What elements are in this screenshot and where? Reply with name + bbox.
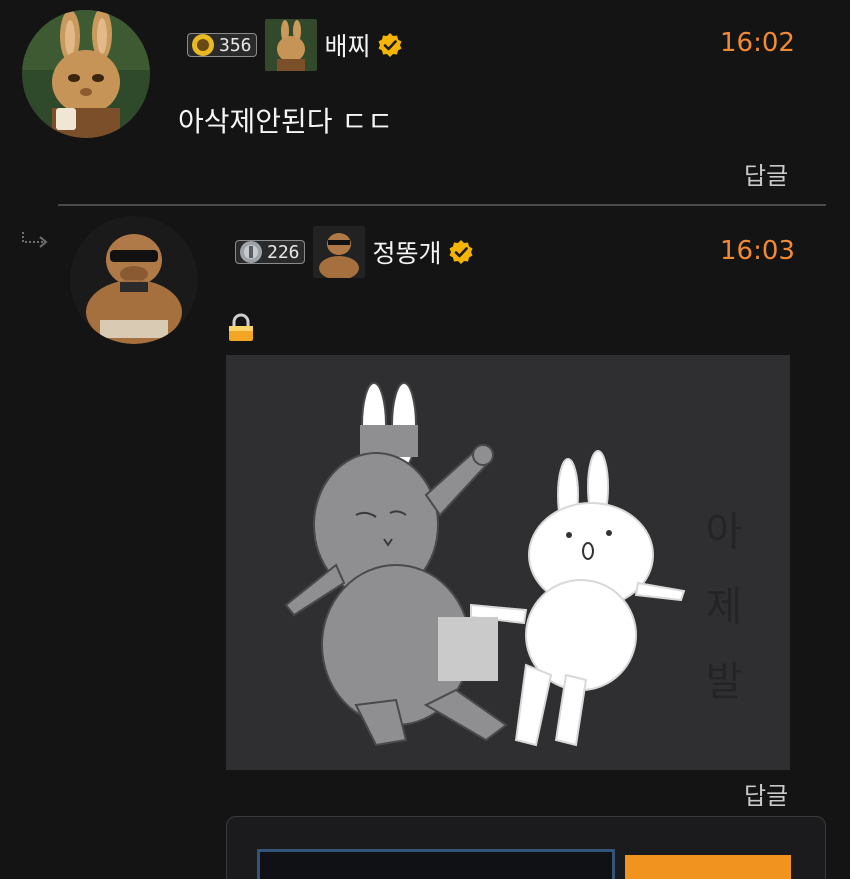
sticker-text-3: 발 <box>706 659 743 705</box>
user-icon-image <box>264 19 317 71</box>
reply-arrow-icon <box>22 232 48 248</box>
avatar[interactable] <box>70 216 198 344</box>
lock-icon <box>229 313 253 341</box>
rabbit-sticker-image: 아 제 발 <box>226 355 790 770</box>
silver-coin-icon <box>240 241 262 263</box>
comment-time: 16:03 <box>720 236 795 266</box>
comment-meta: 356 배찌 <box>187 19 403 71</box>
sunflower-icon <box>192 34 214 56</box>
embed-thumbnail <box>257 849 615 879</box>
level-number: 226 <box>267 241 300 263</box>
sticker-image[interactable]: 아 제 발 <box>226 355 790 770</box>
rabbit-avatar-icon <box>22 10 150 138</box>
nickname[interactable]: 정똥개 <box>373 234 442 270</box>
verified-badge-icon <box>449 240 473 264</box>
level-badge: 226 <box>235 240 305 264</box>
level-number: 356 <box>219 34 252 56</box>
user-icon-image <box>312 226 365 278</box>
comment-thread: 356 배찌 16:02 아삭제안된다 ㄷㄷ 답글 226 정똥개 16:03 … <box>0 0 850 879</box>
reply-button[interactable]: 답글 <box>744 776 788 811</box>
sticker-text-2: 제 <box>706 584 743 630</box>
sticker-text-1: 아 <box>706 509 743 555</box>
avatar[interactable] <box>22 10 150 138</box>
nickname[interactable]: 배찌 <box>325 27 371 63</box>
level-badge: 356 <box>187 33 257 57</box>
reply-button[interactable]: 답글 <box>744 156 788 191</box>
bulldog-avatar-icon <box>70 216 198 344</box>
divider <box>58 204 826 206</box>
comment-time: 16:02 <box>720 28 795 58</box>
verified-badge-icon <box>378 33 402 57</box>
embed-card[interactable] <box>226 816 826 879</box>
comment-text: 아삭제안된다 ㄷㄷ <box>178 105 393 138</box>
comment-meta: 226 정똥개 <box>235 226 474 278</box>
embed-thumbnail-accent <box>625 855 791 879</box>
